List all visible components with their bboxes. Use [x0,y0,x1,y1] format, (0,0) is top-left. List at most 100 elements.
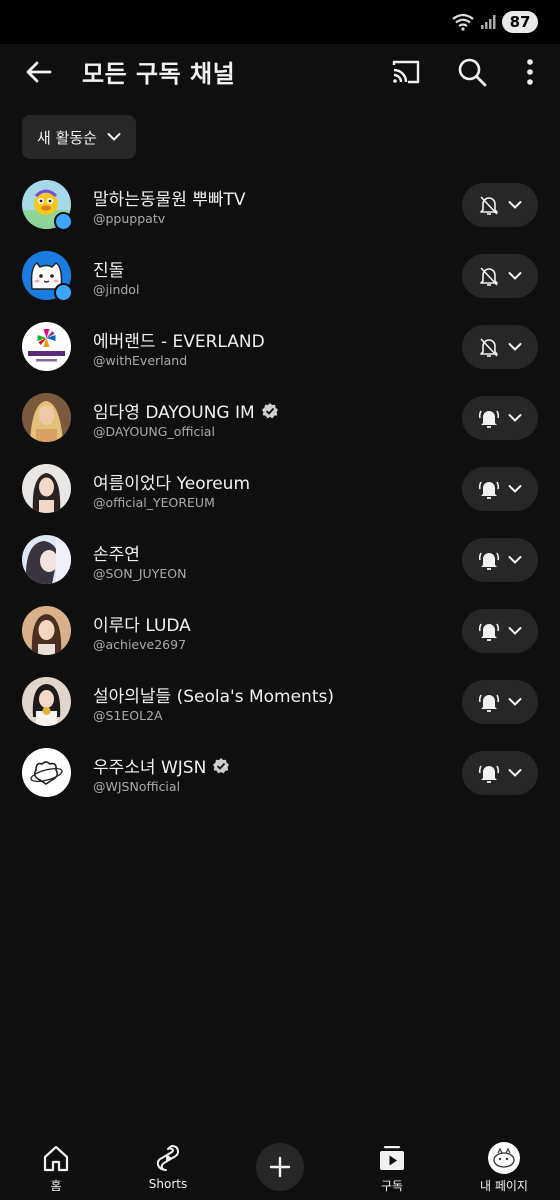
sort-label: 새 활동순 [37,128,97,147]
everland-logo-avatar [22,322,71,371]
notification-toggle-button[interactable] [462,751,538,795]
channel-name: 진돌 [93,261,125,281]
chevron-down-icon [508,556,522,564]
channel-handle: @withEverland [93,353,188,368]
verified-badge-icon [213,757,230,773]
back-arrow-icon[interactable] [22,56,54,88]
yeoreum-avatar-image [22,464,71,513]
channel-row[interactable]: 우주소녀 WJSN @WJSNofficial [0,737,560,808]
notification-toggle-button[interactable] [462,467,538,511]
plus-icon [269,1156,291,1178]
dayoung-avatar-image [22,393,71,442]
notification-toggle-button[interactable] [462,254,538,298]
verified-badge-icon [261,402,278,418]
wjsn-logo-avatar [22,748,71,797]
bell-off-icon [480,196,498,215]
nav-subscriptions-label: 구독 [380,1179,404,1193]
channel-row[interactable]: 에버랜드 - EVERLAND @withEverland [0,311,560,382]
channel-avatar[interactable] [22,393,71,442]
channel-name: 임다영 DAYOUNG IM [93,403,255,423]
home-icon [43,1145,69,1172]
notification-toggle-button[interactable] [462,396,538,440]
bell-all-icon [478,623,500,641]
chevron-down-icon [508,414,522,422]
channel-avatar[interactable] [22,464,71,513]
chevron-down-icon [508,272,522,280]
luda-avatar-image [22,606,71,655]
top-app-bar: 모든 구독 채널 [0,44,560,100]
wifi-icon [452,13,474,31]
new-content-dot [54,212,73,231]
chevron-down-icon [508,769,522,777]
more-options-icon[interactable] [516,56,544,88]
subscriptions-icon [380,1146,404,1170]
nav-subscriptions[interactable]: 구독 [352,1142,432,1194]
sort-dropdown[interactable]: 새 활동순 [22,115,136,159]
chevron-down-icon [508,698,522,706]
channel-name: 손주연 [93,545,140,565]
notification-toggle-button[interactable] [462,325,538,369]
channel-avatar[interactable] [22,748,71,797]
channel-handle: @SON_JUYEON [93,566,187,581]
signal-icon [481,15,496,29]
channel-handle: @official_YEOREUM [93,495,215,510]
bell-off-icon [480,267,498,286]
channel-name: 여름이었다 Yeoreum [93,474,250,494]
shorts-icon [156,1145,179,1171]
notification-toggle-button[interactable] [462,183,538,227]
nav-you[interactable]: 내 페이지 [464,1142,544,1194]
chevron-down-icon [508,343,522,351]
page-title: 모든 구독 채널 [82,60,236,88]
chevron-down-icon [508,485,522,493]
channel-handle: @DAYOUNG_official [93,424,215,439]
nav-home[interactable]: 홈 [16,1142,96,1194]
channel-avatar[interactable] [22,677,71,726]
seola-avatar-image [22,677,71,726]
nav-shorts-label: Shorts [148,1177,188,1191]
channel-row[interactable]: 진돌 @jindol [0,240,560,311]
profile-avatar-image [493,1147,515,1168]
channel-row[interactable]: 말하는동물원 뿌빠TV @ppuppatv [0,169,560,240]
new-content-dot [54,283,73,302]
channel-handle: @WJSNofficial [93,779,181,794]
channel-name: 이루다 LUDA [93,616,191,636]
channel-avatar[interactable] [22,535,71,584]
channel-row[interactable]: 이루다 LUDA @achieve2697 [0,595,560,666]
create-button[interactable] [256,1143,304,1191]
bell-off-icon [480,338,498,357]
nav-shorts[interactable]: Shorts [128,1142,208,1191]
channel-row[interactable]: 설아의날들 (Seola's Moments) @S1EOL2A [0,666,560,737]
status-bar: 87 [0,0,560,44]
search-icon[interactable] [456,56,488,88]
channel-name: 설아의날들 (Seola's Moments) [93,687,334,707]
bottom-navigation: 홈 Shorts 구독 내 페이지 [0,1130,560,1200]
chevron-down-icon [107,133,121,141]
chevron-down-icon [508,201,522,209]
profile-avatar [488,1142,520,1174]
channel-row[interactable]: 임다영 DAYOUNG IM @DAYOUNG_official [0,382,560,453]
son-juyeon-avatar-image [22,535,71,584]
bell-all-icon [478,552,500,570]
channel-avatar[interactable] [22,322,71,371]
bell-all-icon [478,410,500,428]
nav-home-label: 홈 [50,1179,62,1193]
notification-toggle-button[interactable] [462,680,538,724]
channel-name: 말하는동물원 뿌빠TV [93,190,246,210]
battery-indicator: 87 [502,11,538,33]
channel-avatar[interactable] [22,606,71,655]
channel-row[interactable]: 손주연 @SON_JUYEON [0,524,560,595]
cast-icon[interactable] [390,56,422,88]
chevron-down-icon [508,627,522,635]
channel-handle: @ppuppatv [93,211,166,226]
channel-handle: @S1EOL2A [93,708,163,723]
notification-toggle-button[interactable] [462,609,538,653]
channel-handle: @jindol [93,282,140,297]
channel-row[interactable]: 여름이었다 Yeoreum @official_YEOREUM [0,453,560,524]
channel-list: 말하는동물원 뿌빠TV @ppuppatv 진돌 @jindol 에버랜드 - … [0,169,560,808]
bell-all-icon [478,481,500,499]
channel-name: 에버랜드 - EVERLAND [93,332,265,352]
channel-name: 우주소녀 WJSN [93,758,207,778]
notification-toggle-button[interactable] [462,538,538,582]
nav-you-label: 내 페이지 [480,1179,528,1193]
bell-all-icon [478,694,500,712]
